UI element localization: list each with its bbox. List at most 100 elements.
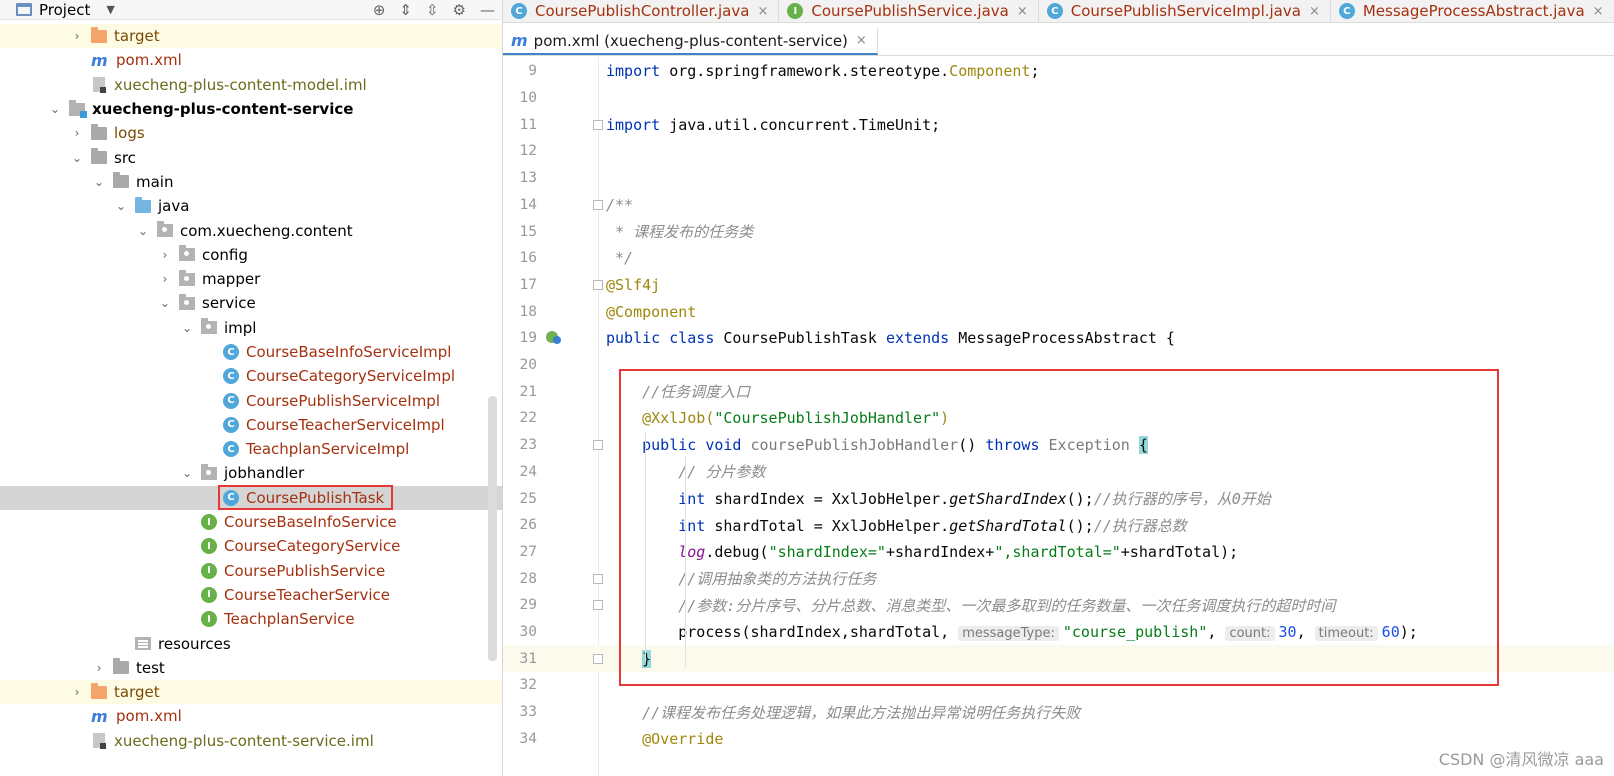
chevron-right-icon[interactable]: ›: [158, 272, 172, 286]
class-icon: C: [223, 368, 239, 385]
chevron-down-icon[interactable]: ⌄: [70, 151, 84, 165]
tree-scrollbar[interactable]: [488, 396, 497, 661]
line-number: 23: [519, 437, 537, 454]
locate-icon[interactable]: ⊕: [373, 1, 386, 19]
tree-item[interactable]: › test: [0, 656, 502, 680]
close-icon[interactable]: ×: [757, 4, 768, 19]
code-line[interactable]: 9 import org.springframework.stereotype.C…: [503, 58, 1614, 85]
line-number: 17: [519, 276, 537, 293]
tree-item[interactable]: m pom.xml: [0, 48, 502, 72]
code-line[interactable]: 19 public class CoursePublishTask extends…: [503, 325, 1614, 352]
editor-tab[interactable]: I CoursePublishService.java ×: [779, 0, 1039, 22]
class-icon: C: [223, 344, 239, 360]
project-header: Project ▼ ⊕ ⇕ ⇳ ⚙ —: [0, 0, 502, 20]
tree-item[interactable]: ⌄ src: [0, 145, 502, 169]
spring-bean-icon[interactable]: [544, 329, 562, 345]
tree-item[interactable]: resources: [0, 631, 502, 655]
tree-item[interactable]: ⌄ impl: [0, 316, 502, 340]
tree-item[interactable]: C CourseBaseInfoServiceImpl: [0, 340, 502, 364]
fold-marker-icon[interactable]: [593, 440, 603, 451]
chevron-down-icon[interactable]: ⌄: [92, 175, 106, 189]
tree-item[interactable]: I CourseTeacherService: [0, 583, 502, 607]
tree-item[interactable]: ⌄ java: [0, 194, 502, 218]
code-line[interactable]: 11 import java.util.concurrent.TimeUnit;: [503, 111, 1614, 138]
tree-item-label: resources: [158, 634, 231, 653]
chevron-down-icon[interactable]: ⌄: [180, 466, 194, 480]
tree-item[interactable]: ⌄ com.xuecheng.content: [0, 218, 502, 242]
code-line[interactable]: 15 * 课程发布的任务类: [503, 218, 1614, 245]
close-icon[interactable]: ×: [1017, 4, 1028, 19]
chevron-down-icon[interactable]: ⌄: [180, 321, 194, 335]
tree-item-label: logs: [114, 124, 145, 143]
chevron-right-icon[interactable]: ›: [70, 685, 84, 699]
editor-tab[interactable]: m pom.xml (xuecheng-plus-content-service)…: [503, 28, 878, 55]
editor-tab-label: CoursePublishService.java: [811, 2, 1009, 20]
editor-tab-label: CoursePublishController.java: [535, 2, 750, 20]
tree-item[interactable]: C TeachplanServiceImpl: [0, 437, 502, 461]
tree-item[interactable]: ⌄ xuecheng-plus-content-service: [0, 97, 502, 121]
tree-item-label: target: [114, 27, 160, 46]
tree-item[interactable]: C CourseCategoryServiceImpl: [0, 364, 502, 388]
chevron-down-icon[interactable]: ⌄: [158, 296, 172, 310]
code-line[interactable]: 16 */: [503, 245, 1614, 272]
tree-item[interactable]: I TeachplanService: [0, 607, 502, 631]
chevron-down-icon[interactable]: ⌄: [48, 102, 62, 116]
close-icon[interactable]: ×: [1593, 4, 1604, 19]
tree-item[interactable]: xuecheng-plus-content-model.iml: [0, 73, 502, 97]
close-icon[interactable]: ×: [856, 33, 867, 48]
tree-item[interactable]: C CoursePublishServiceImpl: [0, 388, 502, 412]
project-title[interactable]: Project: [39, 1, 90, 19]
expand-all-icon[interactable]: ⇕: [399, 1, 412, 19]
fold-marker-icon[interactable]: [593, 279, 603, 290]
tree-item[interactable]: › target: [0, 680, 502, 705]
chevron-right-icon[interactable]: ›: [92, 661, 106, 675]
tree-item[interactable]: xuecheng-plus-content-service.iml: [0, 729, 502, 753]
tree-item-label: test: [136, 658, 165, 677]
tree-item[interactable]: ⌄ main: [0, 170, 502, 194]
resources-folder-icon: [135, 637, 151, 651]
tree-item[interactable]: › mapper: [0, 267, 502, 291]
line-number: 24: [519, 463, 537, 480]
tree-item[interactable]: m pom.xml: [0, 704, 502, 728]
tree-item[interactable]: › config: [0, 243, 502, 267]
fold-marker-icon[interactable]: [593, 600, 603, 611]
tree-item-label: src: [114, 148, 136, 167]
gear-icon[interactable]: ⚙: [453, 1, 466, 19]
code-editor[interactable]: 9 import org.springframework.stereotype.C…: [503, 57, 1614, 776]
tree-item[interactable]: ⌄ service: [0, 291, 502, 315]
code-line[interactable]: 12: [503, 138, 1614, 165]
chevron-right-icon[interactable]: ›: [70, 29, 84, 43]
code-line[interactable]: 17 @Slf4j: [503, 272, 1614, 299]
fold-marker-icon[interactable]: [593, 199, 603, 210]
line-number: 21: [519, 383, 537, 400]
interface-icon: I: [201, 586, 217, 603]
tree-item[interactable]: › logs: [0, 121, 502, 145]
chevron-down-icon[interactable]: ⌄: [136, 224, 150, 238]
tree-item[interactable]: › target: [0, 24, 502, 49]
close-icon[interactable]: ×: [1309, 4, 1320, 19]
code-line[interactable]: 18 @Component: [503, 298, 1614, 325]
chevron-down-icon[interactable]: ▼: [106, 3, 114, 16]
editor-tab[interactable]: C CoursePublishController.java ×: [503, 0, 780, 22]
chevron-right-icon[interactable]: ›: [70, 126, 84, 140]
chevron-down-icon[interactable]: ⌄: [114, 199, 128, 213]
code-line[interactable]: 10: [503, 85, 1614, 112]
collapse-all-icon[interactable]: ⇳: [426, 1, 439, 19]
fold-marker-icon[interactable]: [593, 119, 603, 130]
code-line[interactable]: 33 //课程发布任务处理逻辑，如果此方法抛出异常说明任务执行失败: [503, 699, 1614, 726]
tree-item[interactable]: I CourseCategoryService: [0, 534, 502, 558]
fold-marker-icon[interactable]: [593, 653, 603, 664]
code-text: * 课程发布的任务类: [606, 223, 754, 242]
code-line[interactable]: 13: [503, 165, 1614, 192]
highlight-box: [619, 369, 1499, 686]
tree-item[interactable]: ⌄ jobhandler: [0, 461, 502, 485]
chevron-right-icon[interactable]: ›: [158, 248, 172, 262]
tree-item[interactable]: I CoursePublishService: [0, 559, 502, 583]
minimize-icon[interactable]: —: [480, 1, 495, 19]
editor-tab[interactable]: C MessageProcessAbstract.java ×: [1331, 0, 1614, 22]
editor-tab[interactable]: C CoursePublishServiceImpl.java ×: [1039, 0, 1331, 22]
tree-item[interactable]: I CourseBaseInfoService: [0, 510, 502, 534]
tree-item[interactable]: C CourseTeacherServiceImpl: [0, 413, 502, 437]
code-line[interactable]: 14 /**: [503, 192, 1614, 219]
fold-marker-icon[interactable]: [593, 573, 603, 584]
